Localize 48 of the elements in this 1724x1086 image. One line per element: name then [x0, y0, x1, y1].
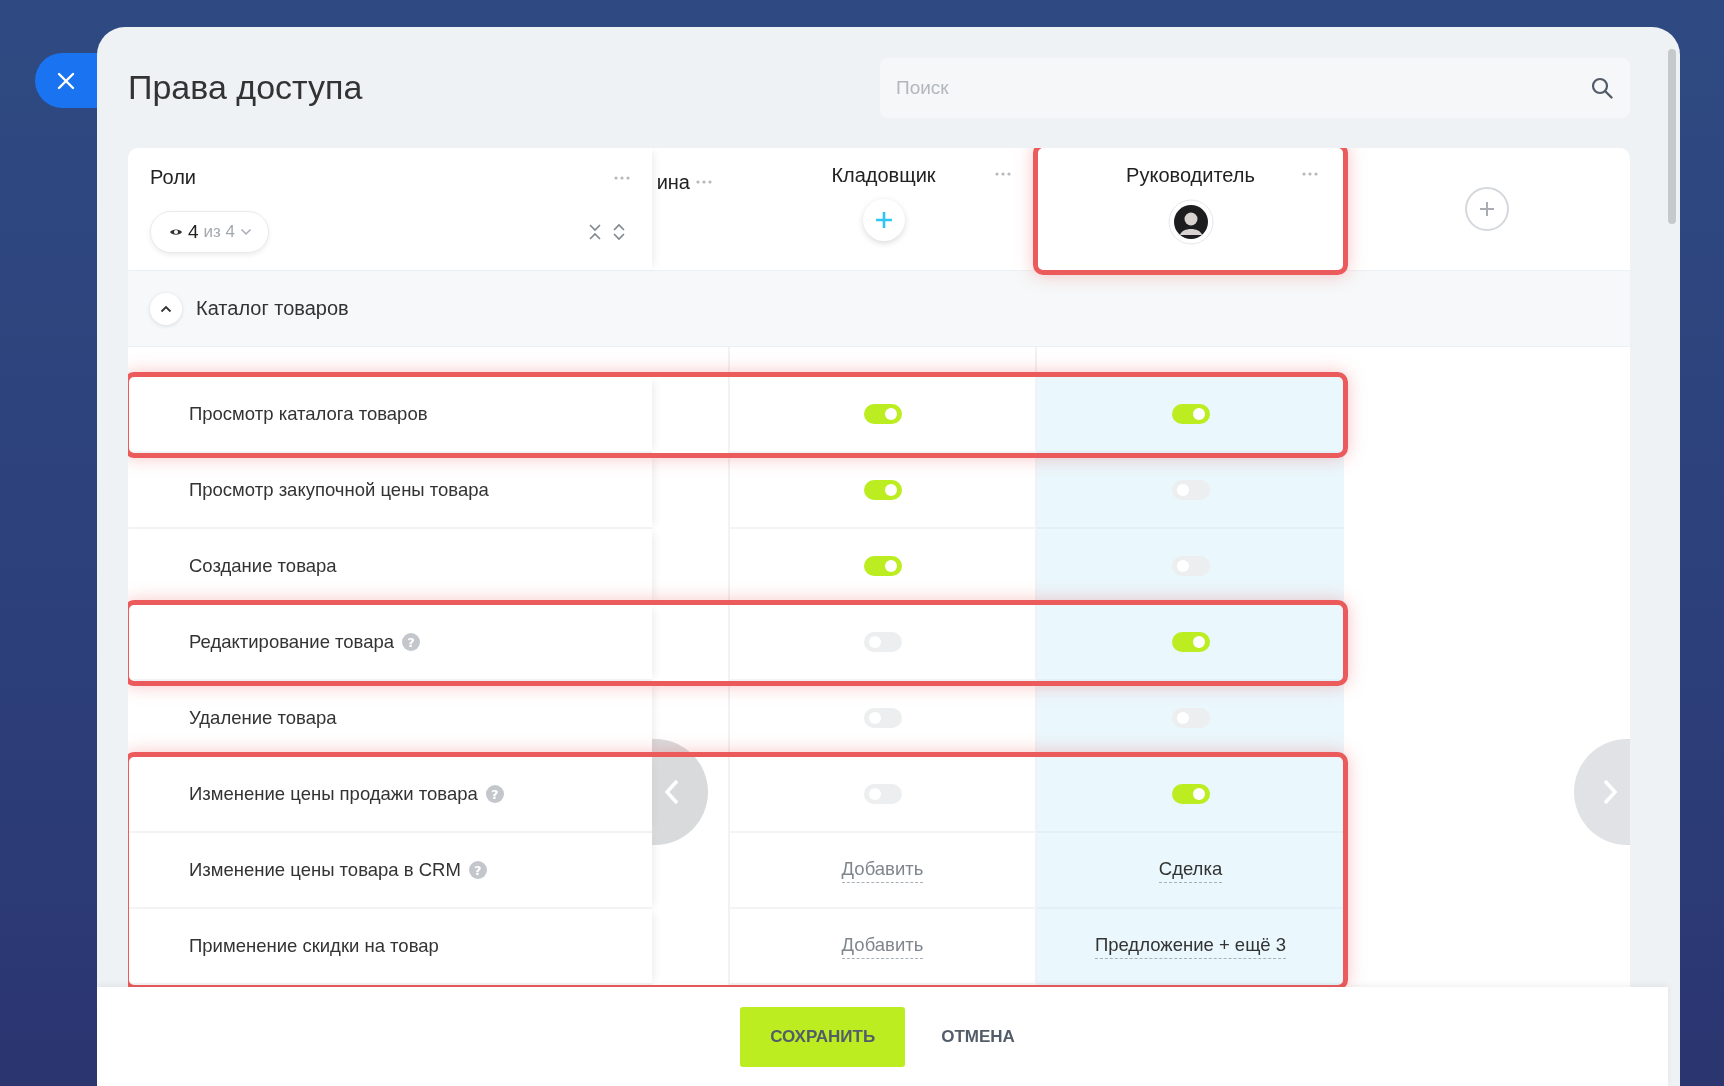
value-link[interactable]: Сделка [1158, 857, 1223, 883]
search-field[interactable]: Поиск [880, 57, 1630, 118]
column-header: Роли [150, 166, 196, 189]
scrollbar[interactable] [1668, 49, 1676, 224]
permission-label: Удаление товара [189, 707, 337, 729]
more-icon[interactable] [995, 172, 1011, 176]
expand-icon[interactable] [612, 223, 626, 241]
more-icon[interactable] [1302, 172, 1318, 176]
toggle-switch[interactable] [1171, 632, 1210, 652]
chevron-left-icon [664, 779, 680, 805]
toggle-switch[interactable] [1171, 404, 1210, 424]
more-icon[interactable] [614, 175, 630, 180]
collapse-icon[interactable] [588, 223, 602, 241]
permission-label: Применение скидки на товар [189, 935, 439, 957]
close-icon [57, 71, 75, 90]
role-name: Кладовщик [831, 164, 936, 187]
permission-label: Просмотр каталога товаров [189, 403, 428, 425]
plus-icon [1478, 200, 1496, 218]
section-toggle[interactable] [150, 292, 182, 325]
role-name: Руководитель [1126, 164, 1255, 187]
plus-icon [874, 211, 893, 229]
cancel-button[interactable]: ОТМЕНА [931, 1026, 1025, 1047]
chevron-down-icon [240, 228, 253, 236]
permission-label: Изменение цены продажи товара [189, 783, 478, 805]
permission-label: Изменение цены товара в CRM [189, 859, 461, 881]
roles-filter[interactable]: 4 из 4 [150, 211, 270, 253]
permission-label: Просмотр закупочной цены товара [189, 479, 489, 501]
dialog-title: Права доступа [128, 68, 363, 107]
permission-label: Создание товара [189, 555, 337, 577]
close-button[interactable] [35, 53, 97, 108]
more-icon[interactable] [696, 180, 712, 184]
add-role-button[interactable] [1465, 187, 1509, 231]
eye-icon [169, 227, 183, 237]
permission-label: Редактирование товара [189, 631, 395, 653]
column-header: ина [656, 170, 690, 194]
add-user-button[interactable] [862, 199, 905, 241]
value-link[interactable]: Добавить [841, 857, 924, 883]
toggle-switch[interactable] [863, 404, 902, 424]
toggle-switch[interactable] [1171, 784, 1210, 804]
value-link[interactable]: Добавить [841, 933, 924, 959]
section-title: Каталог товаров [196, 297, 349, 320]
toggle-switch[interactable] [863, 480, 902, 500]
search-icon[interactable] [1590, 75, 1614, 100]
chevron-icon [160, 304, 172, 313]
chevron-right-icon [1602, 779, 1618, 805]
avatar-icon [1167, 199, 1214, 245]
save-button[interactable]: СОХРАНИТЬ [740, 1006, 906, 1067]
toggle-switch[interactable] [863, 556, 902, 576]
